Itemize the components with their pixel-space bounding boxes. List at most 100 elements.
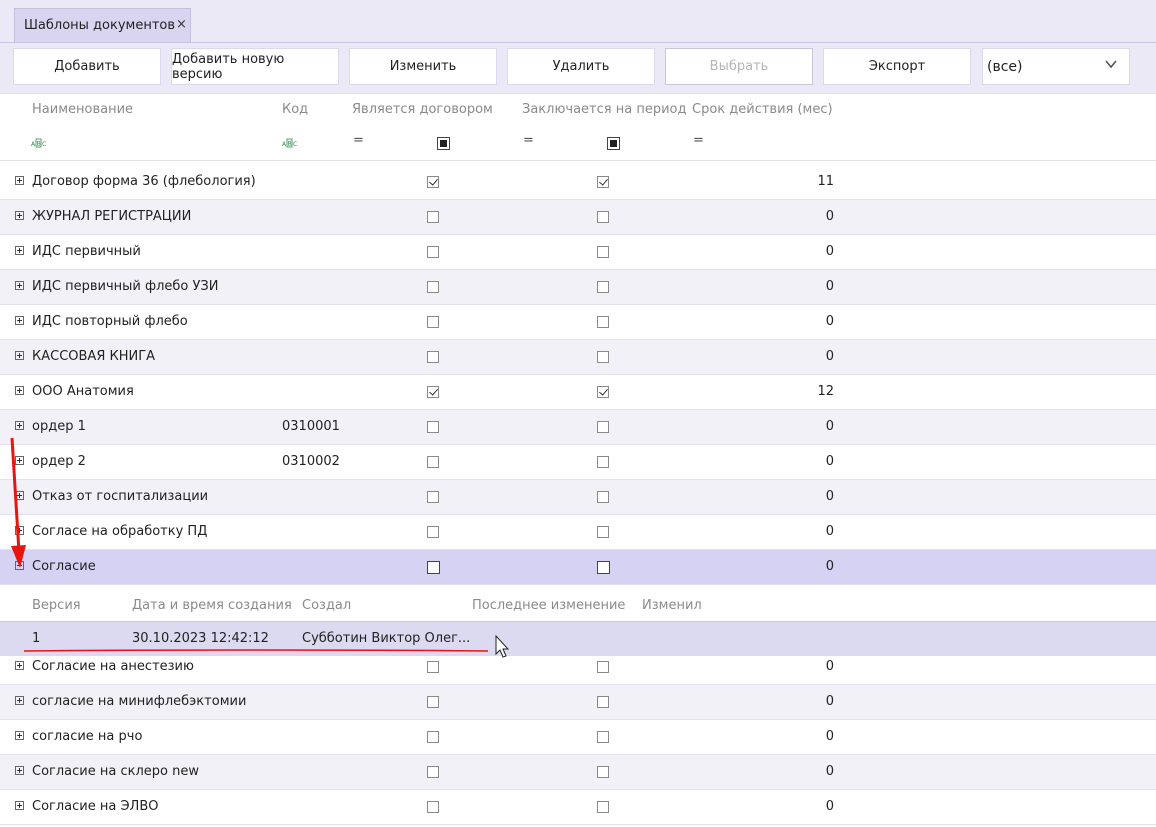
filter-dropdown-value: (все): [987, 59, 1023, 75]
col-created-at-header[interactable]: Дата и время создания: [132, 598, 292, 613]
expand-icon[interactable]: [15, 526, 24, 535]
col-period-header[interactable]: Заключается на период: [522, 102, 686, 117]
expand-icon[interactable]: [15, 281, 24, 290]
table-row[interactable]: Согласе на обработку ПД 0: [0, 515, 1156, 550]
table-row[interactable]: Согласие 0: [0, 550, 1156, 585]
for-period-checkbox: [597, 281, 609, 293]
collapse-icon[interactable]: [15, 561, 24, 570]
name-cell: Согласе на обработку ПД: [32, 524, 208, 539]
filter-row: A B C A B C = = =: [0, 128, 1156, 161]
created-at-cell: 30.10.2023 12:42:12: [132, 631, 269, 646]
is-contract-checkbox: [427, 491, 439, 503]
is-contract-checkbox: [427, 211, 439, 223]
export-button[interactable]: Экспорт: [823, 48, 971, 85]
svg-text:A: A: [31, 141, 36, 148]
expand-icon[interactable]: [15, 766, 24, 775]
for-period-checkbox: [597, 316, 609, 328]
expand-icon[interactable]: [15, 211, 24, 220]
delete-button[interactable]: Удалить: [507, 48, 655, 85]
table-row[interactable]: ордер 1 0310001 0: [0, 410, 1156, 445]
expand-icon[interactable]: [15, 351, 24, 360]
name-cell: ИДС первичный флебо УЗИ: [32, 279, 219, 294]
toolbar: Добавить Добавить новую версию Изменить …: [0, 43, 1156, 93]
validity-cell: 0: [825, 454, 834, 469]
for-period-checkbox: [597, 526, 609, 538]
is-contract-checkbox: [427, 801, 439, 813]
table-row[interactable]: Согласие на склеро new 0: [0, 755, 1156, 790]
table-row[interactable]: ИДС повторный флебо 0: [0, 305, 1156, 340]
svg-text:B: B: [288, 141, 292, 148]
expand-icon[interactable]: [15, 731, 24, 740]
is-contract-checkbox: [427, 386, 439, 398]
table-row[interactable]: ИДС первичный 0: [0, 235, 1156, 270]
validity-cell: 0: [825, 209, 834, 224]
add-version-button[interactable]: Добавить новую версию: [171, 48, 339, 85]
table-row[interactable]: согласие на минифлебэктомии 0: [0, 685, 1156, 720]
equals-filter-icon[interactable]: =: [353, 133, 364, 148]
table-row[interactable]: Согласие на ЭЛВО 0: [0, 790, 1156, 825]
table-row[interactable]: согласие на рчо 0: [0, 720, 1156, 755]
chevron-down-icon: [1105, 60, 1117, 69]
expand-icon[interactable]: [15, 456, 24, 465]
expand-icon[interactable]: [15, 661, 24, 670]
tab-document-templates[interactable]: Шаблоны документов ×: [14, 8, 191, 42]
col-name-header[interactable]: Наименование: [32, 102, 133, 117]
expand-icon[interactable]: [15, 421, 24, 430]
name-cell: ордер 1: [32, 419, 86, 434]
for-period-checkbox: [597, 801, 609, 813]
name-cell: ИДС повторный флебо: [32, 314, 188, 329]
equals-filter-icon[interactable]: =: [523, 133, 534, 148]
is-contract-checkbox: [427, 176, 439, 188]
expand-icon[interactable]: [15, 386, 24, 395]
is-contract-checkbox: [427, 246, 439, 258]
col-created-by-header[interactable]: Создал: [302, 598, 351, 613]
table-row[interactable]: ООО Анатомия 12: [0, 375, 1156, 410]
checkbox-filter-contract[interactable]: [437, 137, 450, 150]
table-row[interactable]: ЖУРНАЛ РЕГИСТРАЦИИ 0: [0, 200, 1156, 235]
for-period-checkbox: [597, 176, 609, 188]
table-row[interactable]: ИДС первичный флебо УЗИ 0: [0, 270, 1156, 305]
col-changed-by-header[interactable]: Изменил: [642, 598, 702, 613]
for-period-checkbox: [597, 661, 609, 673]
for-period-checkbox: [597, 211, 609, 223]
table-row[interactable]: Отказ от госпитализации 0: [0, 480, 1156, 515]
col-code-header[interactable]: Код: [282, 102, 308, 117]
table-row[interactable]: ордер 2 0310002 0: [0, 445, 1156, 480]
col-validity-header[interactable]: Срок действия (мес): [692, 102, 833, 117]
select-button[interactable]: Выбрать: [665, 48, 813, 85]
for-period-checkbox: [597, 731, 609, 743]
expand-icon[interactable]: [15, 176, 24, 185]
checkbox-filter-period[interactable]: [607, 137, 620, 150]
abc-filter-icon[interactable]: A B C: [282, 138, 298, 148]
expand-icon[interactable]: [15, 696, 24, 705]
name-cell: Отказ от госпитализации: [32, 489, 209, 504]
validity-cell: 0: [825, 694, 834, 709]
name-cell: КАССОВАЯ КНИГА: [32, 349, 156, 364]
add-button[interactable]: Добавить: [13, 48, 161, 85]
is-contract-checkbox: [427, 316, 439, 328]
is-contract-checkbox: [427, 351, 439, 363]
abc-filter-icon[interactable]: A B C: [31, 138, 47, 148]
table-row[interactable]: Договор форма 36 (флебология) 11: [0, 165, 1156, 200]
code-cell: 0310001: [282, 419, 340, 434]
col-last-change-header[interactable]: Последнее изменение: [472, 598, 625, 613]
edit-button[interactable]: Изменить: [349, 48, 497, 85]
table-row[interactable]: КАССОВАЯ КНИГА 0: [0, 340, 1156, 375]
col-version-header[interactable]: Версия: [32, 598, 81, 613]
for-period-checkbox: [597, 696, 609, 708]
validity-cell: 0: [825, 419, 834, 434]
expand-icon[interactable]: [15, 246, 24, 255]
col-contract-header[interactable]: Является договором: [352, 102, 493, 117]
close-icon[interactable]: ×: [176, 17, 187, 32]
expand-icon[interactable]: [15, 316, 24, 325]
equals-filter-icon[interactable]: =: [693, 133, 704, 148]
validity-cell: 0: [825, 559, 834, 574]
expand-icon[interactable]: [15, 491, 24, 500]
code-cell: 0310002: [282, 454, 340, 469]
validity-cell: 0: [825, 729, 834, 744]
table-row[interactable]: Согласие на анестезию 0: [0, 650, 1156, 685]
validity-cell: 11: [817, 174, 834, 189]
filter-dropdown[interactable]: (все): [982, 48, 1130, 85]
is-contract-checkbox: [427, 526, 439, 538]
expand-icon[interactable]: [15, 801, 24, 810]
